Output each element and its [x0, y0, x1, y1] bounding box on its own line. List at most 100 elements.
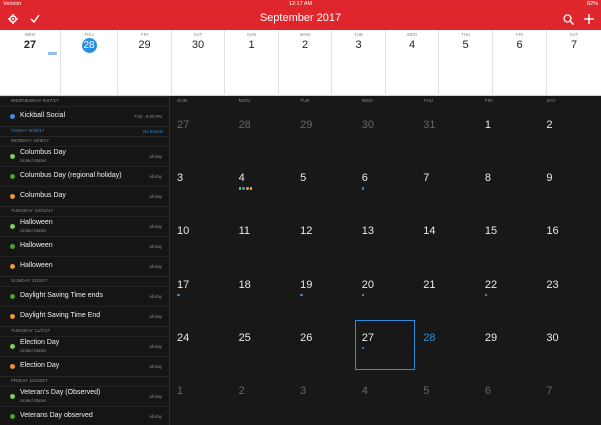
- week-day-column[interactable]: FRI 29: [117, 30, 171, 96]
- week-day-column[interactable]: WED 27: [0, 30, 60, 96]
- event-title: Veteran's Day (Observed): [20, 389, 101, 396]
- week-day-column[interactable]: SAT 30: [171, 30, 224, 96]
- day-cell[interactable]: 23: [539, 266, 601, 319]
- day-cell[interactable]: 14: [416, 212, 478, 265]
- day-cell[interactable]: 28: [232, 106, 294, 159]
- event-title: Daylight Saving Time ends: [20, 292, 103, 299]
- day-cell[interactable]: 4: [232, 159, 294, 212]
- agenda-event-row[interactable]: Veteran's Day (Observed) United States all…: [0, 386, 169, 406]
- event-dot: [177, 293, 180, 296]
- status-time: 12:17 AM: [288, 1, 313, 7]
- event-time: all-day: [149, 314, 162, 319]
- calendar-color-dot: [10, 264, 15, 269]
- day-number: 7: [546, 384, 553, 397]
- event-calendar-name: United States: [20, 398, 47, 403]
- day-cell[interactable]: 6: [478, 372, 540, 425]
- agenda-event-row[interactable]: Halloween all-day: [0, 236, 169, 256]
- day-cell[interactable]: 9: [539, 159, 601, 212]
- event-time: all-day: [149, 244, 162, 249]
- day-cell[interactable]: 17: [170, 266, 232, 319]
- day-number: 28: [423, 331, 436, 344]
- week-day-column[interactable]: THU 28: [60, 30, 117, 96]
- event-dots: [238, 187, 254, 191]
- day-number: 10: [177, 225, 190, 238]
- month-title[interactable]: September 2017: [0, 12, 601, 24]
- day-number: 20: [361, 278, 374, 291]
- agenda-event-row[interactable]: Columbus Day (regional holiday) all-day: [0, 166, 169, 186]
- week-day-column[interactable]: THU 5: [438, 30, 492, 96]
- day-cell[interactable]: 30: [355, 106, 417, 159]
- day-number: 12: [300, 225, 313, 238]
- day-cell[interactable]: 26: [293, 319, 355, 372]
- day-number: 17: [177, 278, 190, 291]
- status-bar: Verizon 12:17 AM 82%: [0, 0, 601, 8]
- search-icon[interactable]: [561, 11, 575, 27]
- week-day-column[interactable]: SUN 1: [224, 30, 278, 96]
- agenda-event-row[interactable]: Election Day all-day: [0, 356, 169, 376]
- day-cell[interactable]: 7: [416, 159, 478, 212]
- day-number: 6: [361, 172, 368, 185]
- day-cell[interactable]: 28: [416, 319, 478, 372]
- event-title: Columbus Day (regional holiday): [20, 172, 122, 179]
- week-day-column[interactable]: TUE 3: [331, 30, 385, 96]
- week-day-column[interactable]: FRI 6: [492, 30, 546, 96]
- agenda-event-row[interactable]: Kickball Social 7:00 - 8:00 PM: [0, 106, 169, 126]
- week-strip[interactable]: WED 27 THU 28 FRI 29 SAT 30 SUN 1 MON 2 TUE 3 WED 4 THU 5…: [0, 30, 601, 96]
- day-cell[interactable]: 5: [416, 372, 478, 425]
- day-number: 15: [484, 225, 498, 238]
- event-dots: [300, 293, 304, 298]
- day-cell[interactable]: 18: [232, 266, 294, 319]
- week-day-number: 6: [516, 39, 523, 51]
- day-cell[interactable]: 1: [170, 372, 232, 425]
- day-cell[interactable]: 3: [170, 159, 232, 212]
- event-dot: [361, 187, 365, 190]
- day-number: 7: [423, 172, 430, 185]
- agenda-event-row[interactable]: Daylight Saving Time ends all-day: [0, 286, 169, 306]
- day-cell[interactable]: 29: [478, 319, 540, 372]
- day-cell[interactable]: 7: [539, 372, 601, 425]
- calendar-color-dot: [10, 194, 15, 199]
- day-cell[interactable]: 3: [293, 372, 355, 425]
- agenda-event-row[interactable]: Daylight Saving Time End all-day: [0, 306, 169, 326]
- day-cell[interactable]: 16: [539, 212, 601, 265]
- day-cell[interactable]: 10: [170, 212, 232, 265]
- agenda-event-row[interactable]: Veterans Day observed all-day: [0, 406, 169, 425]
- day-cell[interactable]: 2: [539, 106, 601, 159]
- agenda-event-row[interactable]: Election Day United States all-day: [0, 336, 169, 356]
- day-cell[interactable]: 6: [355, 159, 417, 212]
- agenda-list[interactable]: WEDNESDAY 9/27/17 Kickball Social 7:00 - 8…: [0, 96, 170, 425]
- agenda-event-row[interactable]: Halloween all-day: [0, 256, 169, 276]
- day-cell[interactable]: 25: [232, 319, 294, 372]
- day-cell[interactable]: 2: [232, 372, 294, 425]
- day-cell[interactable]: 12: [293, 212, 355, 265]
- day-cell[interactable]: 31: [416, 106, 478, 159]
- week-day-column[interactable]: WED 4: [385, 30, 438, 96]
- day-cell[interactable]: 4: [355, 372, 417, 425]
- week-day-column[interactable]: MON 2: [278, 30, 331, 96]
- day-cell[interactable]: 22: [478, 266, 540, 319]
- day-cell[interactable]: 15: [478, 212, 540, 265]
- day-number: 19: [300, 278, 313, 291]
- week-day-column[interactable]: SAT 7: [546, 30, 601, 96]
- agenda-event-row[interactable]: Columbus Day United States all-day: [0, 146, 169, 166]
- day-cell[interactable]: 29: [293, 106, 355, 159]
- day-cell[interactable]: 20: [355, 266, 417, 319]
- agenda-event-row[interactable]: Halloween United States all-day: [0, 216, 169, 236]
- day-cell[interactable]: 13: [355, 212, 417, 265]
- event-bar[interactable]: [48, 52, 57, 55]
- day-cell[interactable]: 5: [293, 159, 355, 212]
- day-cell[interactable]: 19: [293, 266, 355, 319]
- day-cell[interactable]: 8: [478, 159, 540, 212]
- calendar-color-dot: [10, 344, 15, 349]
- day-cell[interactable]: 21: [416, 266, 478, 319]
- day-cell[interactable]: 30: [539, 319, 601, 372]
- day-cell[interactable]: 27: [170, 106, 232, 159]
- month-grid[interactable]: SUN MON TUE WED THU FRI SAT 27 28 29 30 31 1 2 3 4 5 6 7 8…: [170, 96, 601, 425]
- plus-icon[interactable]: [582, 11, 596, 27]
- agenda-event-row[interactable]: Columbus Day all-day: [0, 186, 169, 206]
- event-time: 7:00 - 8:00 PM: [133, 114, 162, 119]
- day-cell[interactable]: 11: [232, 212, 294, 265]
- day-cell[interactable]: 1: [478, 106, 540, 159]
- day-cell[interactable]: 24: [170, 319, 232, 372]
- day-cell[interactable]: 27: [354, 319, 417, 372]
